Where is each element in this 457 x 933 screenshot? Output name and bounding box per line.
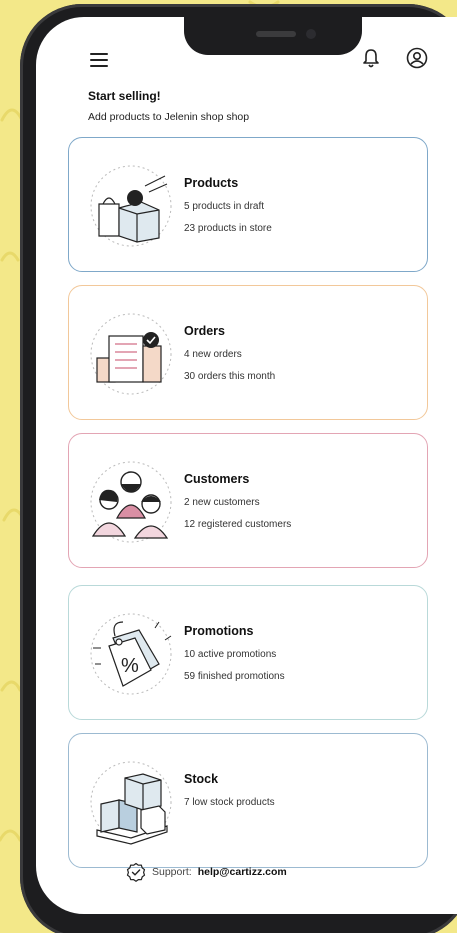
customers-illustration: [90, 461, 172, 543]
card-detail: 5 products in draft: [184, 201, 265, 212]
page-subtitle: Add products to Jelenin shop shop: [88, 111, 250, 123]
card-title: Promotions: [184, 624, 254, 638]
page-title: Start selling!: [88, 89, 161, 103]
phone-screen: Start selling! Add products to Jelenin s…: [36, 17, 457, 914]
card-promotions[interactable]: % Promotions 10 active promotions 59 fin…: [68, 585, 428, 720]
card-products[interactable]: Products 5 products in draft 23 products…: [68, 137, 428, 272]
bell-icon[interactable]: [361, 47, 381, 69]
card-detail: 59 finished promotions: [184, 671, 285, 682]
orders-illustration: [90, 313, 172, 395]
card-detail: 23 products in store: [184, 223, 272, 234]
stock-illustration: [90, 761, 172, 845]
support-footer: Support: help@cartizz.com: [126, 862, 287, 882]
user-circle-icon[interactable]: [406, 47, 428, 69]
card-detail: 4 new orders: [184, 349, 242, 360]
speaker-grille: [256, 31, 296, 37]
card-title: Stock: [184, 772, 219, 786]
notch: [184, 17, 362, 55]
card-customers[interactable]: Customers 2 new customers 12 registered …: [68, 433, 428, 568]
products-illustration: [90, 165, 172, 247]
support-email-link[interactable]: help@cartizz.com: [198, 866, 287, 878]
card-orders[interactable]: Orders 4 new orders 30 orders this month: [68, 285, 428, 420]
card-detail: 2 new customers: [184, 497, 260, 508]
card-title: Customers: [184, 472, 250, 486]
card-stock[interactable]: Stock 7 low stock products: [68, 733, 428, 868]
front-camera: [306, 29, 316, 39]
hamburger-menu-icon[interactable]: [90, 53, 108, 67]
promotions-illustration: %: [90, 613, 172, 695]
card-detail: 12 registered customers: [184, 519, 292, 530]
card-detail: 10 active promotions: [184, 649, 277, 660]
check-badge-icon: [126, 862, 146, 882]
support-label: Support:: [152, 866, 192, 878]
card-title: Products: [184, 176, 239, 190]
svg-text:%: %: [121, 655, 139, 677]
card-detail: 7 low stock products: [184, 797, 275, 808]
card-detail: 30 orders this month: [184, 371, 276, 382]
card-title: Orders: [184, 324, 225, 338]
